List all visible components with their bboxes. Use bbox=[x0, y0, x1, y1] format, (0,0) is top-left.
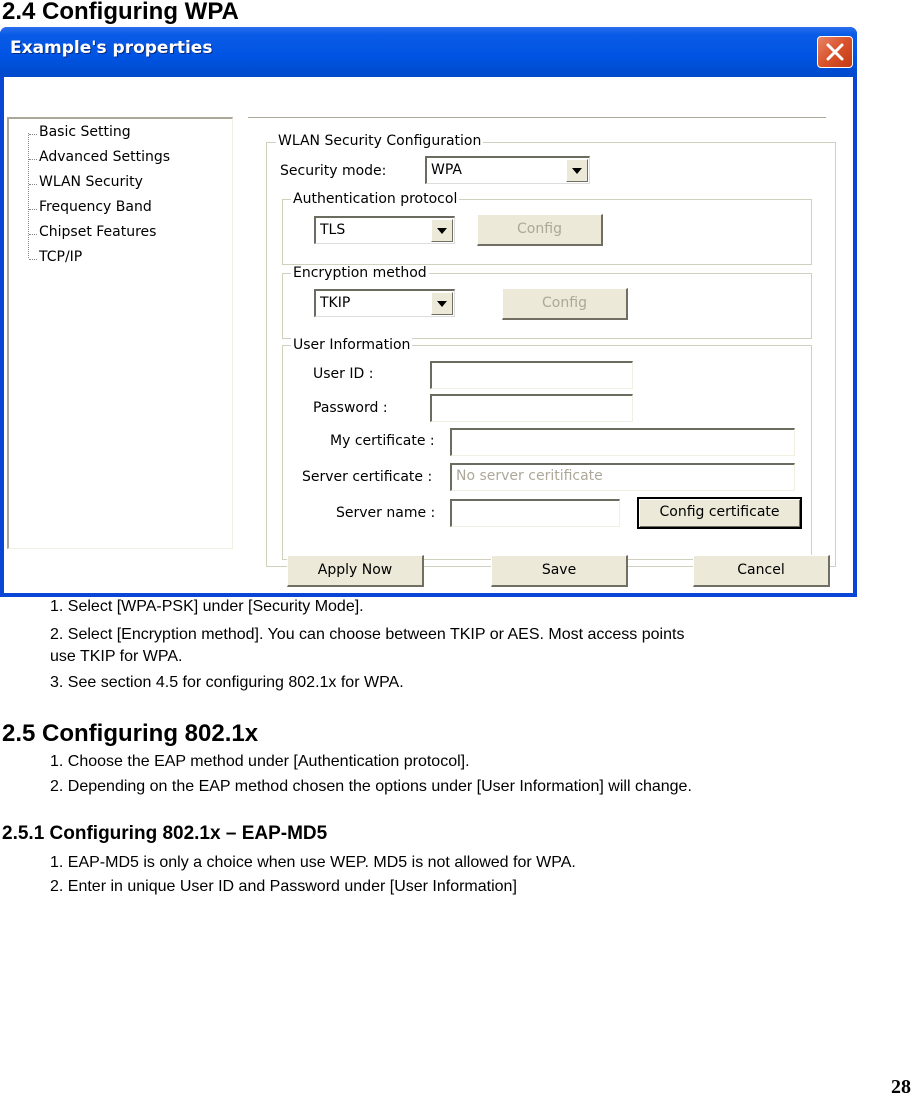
step-2-5-2: 2. Depending on the EAP method chosen th… bbox=[50, 778, 692, 795]
tree-item-tcp-ip[interactable]: TCP/IP bbox=[39, 249, 82, 265]
auth-protocol-group-label: Authentication protocol bbox=[291, 191, 460, 207]
chevron-down-icon bbox=[572, 168, 582, 174]
user-id-input[interactable] bbox=[430, 361, 633, 389]
tree-connector bbox=[29, 134, 37, 135]
section-2-4-title: 2.4 Configuring WPA bbox=[2, 0, 239, 25]
tree-connector bbox=[29, 159, 37, 160]
tree-connector bbox=[29, 234, 37, 235]
step-2-4-1: 1. Select [WPA-PSK] under [Security Mode… bbox=[50, 598, 364, 615]
tree-item-chipset-features[interactable]: Chipset Features bbox=[39, 224, 156, 240]
tree-item-advanced-settings[interactable]: Advanced Settings bbox=[39, 149, 170, 165]
save-button[interactable]: Save bbox=[491, 555, 628, 587]
section-2-5-1-title: 2.5.1 Configuring 802.1x – EAP-MD5 bbox=[2, 823, 328, 844]
server-name-input[interactable] bbox=[450, 499, 620, 527]
encryption-method-value: TKIP bbox=[320, 295, 351, 311]
security-mode-label: Security mode: bbox=[280, 163, 387, 179]
my-certificate-input[interactable] bbox=[450, 428, 795, 456]
encryption-method-select[interactable]: TKIP bbox=[314, 289, 455, 317]
tree-connector bbox=[29, 259, 37, 260]
step-2-5-1: 1. Choose the EAP method under [Authenti… bbox=[50, 753, 470, 770]
page-number: 28 bbox=[891, 1076, 911, 1098]
my-certificate-label: My certificate : bbox=[330, 433, 435, 449]
encryption-config-button[interactable]: Config bbox=[502, 288, 628, 320]
step-2-5-1-2: 2. Enter in unique User ID and Password … bbox=[50, 878, 517, 895]
chevron-down-icon bbox=[437, 301, 447, 307]
config-certificate-button[interactable]: Config certificate bbox=[637, 497, 802, 529]
user-id-label: User ID : bbox=[313, 366, 374, 382]
server-certificate-input[interactable]: No server ceritificate bbox=[450, 463, 795, 491]
wlan-security-group-label: WLAN Security Configuration bbox=[276, 133, 484, 149]
tree-item-frequency-band[interactable]: Frequency Band bbox=[39, 199, 152, 215]
panel-divider bbox=[248, 117, 826, 118]
dropdown-button[interactable] bbox=[566, 159, 588, 182]
user-information-group-label: User Information bbox=[291, 337, 413, 353]
server-name-label: Server name : bbox=[336, 505, 436, 521]
tree-connector bbox=[29, 184, 37, 185]
close-x-icon bbox=[826, 43, 844, 61]
security-mode-select[interactable]: WPA bbox=[425, 156, 590, 184]
auth-config-button[interactable]: Config bbox=[477, 214, 603, 246]
cancel-button[interactable]: Cancel bbox=[693, 555, 830, 587]
settings-tree[interactable]: Basic Setting Advanced Settings WLAN Sec… bbox=[7, 117, 233, 549]
window-client-area: Basic Setting Advanced Settings WLAN Sec… bbox=[4, 77, 853, 593]
step-2-4-2: 2. Select [Encryption method]. You can c… bbox=[50, 626, 685, 643]
dropdown-button[interactable] bbox=[431, 219, 453, 242]
password-input[interactable] bbox=[430, 394, 633, 422]
password-label: Password : bbox=[313, 400, 388, 416]
tree-connector bbox=[29, 209, 37, 210]
auth-protocol-select[interactable]: TLS bbox=[314, 216, 455, 244]
window-title: Example's properties bbox=[10, 38, 213, 58]
tree-item-wlan-security[interactable]: WLAN Security bbox=[39, 174, 143, 190]
tree-item-basic-setting[interactable]: Basic Setting bbox=[39, 124, 131, 140]
title-bar[interactable]: Example's properties bbox=[0, 27, 857, 77]
properties-window: Example's properties Basic Setting Advan… bbox=[0, 27, 857, 597]
step-2-4-3: 3. See section 4.5 for configuring 802.1… bbox=[50, 674, 404, 691]
close-button[interactable] bbox=[817, 36, 853, 68]
dropdown-button[interactable] bbox=[431, 292, 453, 315]
server-certificate-label: Server certificate : bbox=[302, 469, 433, 485]
tree-connector-line bbox=[28, 133, 29, 258]
encryption-method-group-label: Encryption method bbox=[291, 265, 429, 281]
step-2-5-1-1: 1. EAP-MD5 is only a choice when use WEP… bbox=[50, 854, 576, 871]
security-mode-value: WPA bbox=[431, 162, 462, 178]
auth-protocol-value: TLS bbox=[320, 222, 346, 238]
apply-now-button[interactable]: Apply Now bbox=[287, 555, 424, 587]
step-2-4-2-cont: use TKIP for WPA. bbox=[50, 648, 183, 665]
chevron-down-icon bbox=[437, 228, 447, 234]
section-2-5-title: 2.5 Configuring 802.1x bbox=[2, 720, 259, 747]
